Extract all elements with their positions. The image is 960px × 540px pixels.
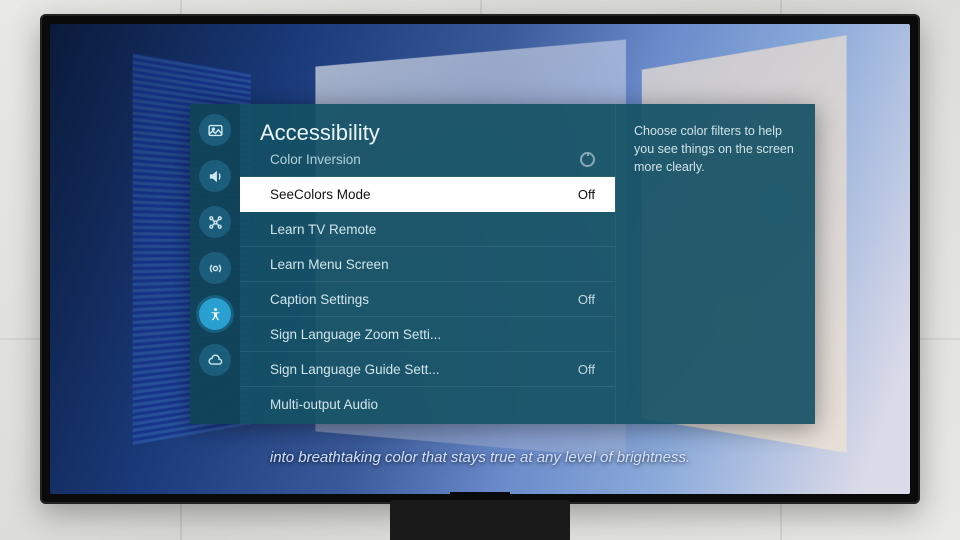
tv-screen: into breathtaking color that stays true … xyxy=(50,24,910,494)
row-label: Learn Menu Screen xyxy=(270,257,583,272)
settings-menu: Accessibility Color Inversion SeeColors … xyxy=(190,104,815,424)
menu-detail-text: Choose color filters to help you see thi… xyxy=(615,104,815,424)
row-learn-tv-remote[interactable]: Learn TV Remote xyxy=(240,212,615,247)
row-sign-language-guide-settings[interactable]: Sign Language Guide Sett... Off xyxy=(240,352,615,387)
picture-icon[interactable] xyxy=(199,114,231,146)
list-body: Color Inversion SeeColors Mode Off Learn… xyxy=(240,152,615,424)
settings-sidebar xyxy=(190,104,240,424)
sound-icon[interactable] xyxy=(199,160,231,192)
row-learn-menu-screen[interactable]: Learn Menu Screen xyxy=(240,247,615,282)
row-label: Sign Language Guide Sett... xyxy=(270,362,566,377)
tv-frame: into breathtaking color that stays true … xyxy=(40,14,920,504)
row-label: Multi-output Audio xyxy=(270,397,583,412)
row-sign-language-zoom-settings[interactable]: Sign Language Zoom Setti... xyxy=(240,317,615,352)
row-label: Learn TV Remote xyxy=(270,222,583,237)
row-seecolors-mode[interactable]: SeeColors Mode Off xyxy=(240,177,615,212)
tv-stand-base xyxy=(390,500,570,540)
toggle-off-icon xyxy=(580,152,595,167)
cloud-icon[interactable] xyxy=(199,344,231,376)
row-multi-output-audio[interactable]: Multi-output Audio xyxy=(240,387,615,422)
row-label: Sign Language Zoom Setti... xyxy=(270,327,583,342)
row-caption-settings[interactable]: Caption Settings Off xyxy=(240,282,615,317)
accessibility-icon[interactable] xyxy=(199,298,231,330)
row-color-inversion[interactable]: Color Inversion xyxy=(240,152,615,177)
settings-list: Accessibility Color Inversion SeeColors … xyxy=(240,104,615,424)
row-value: Off xyxy=(566,292,595,307)
room-background: into breathtaking color that stays true … xyxy=(0,0,960,540)
row-value: Off xyxy=(566,187,595,202)
row-label: Color Inversion xyxy=(270,152,580,167)
network-icon[interactable] xyxy=(199,206,231,238)
row-label: SeeColors Mode xyxy=(270,187,566,202)
broadcast-icon[interactable] xyxy=(199,252,231,284)
menu-title: Accessibility xyxy=(240,114,615,152)
row-label: Caption Settings xyxy=(270,292,566,307)
row-value: Off xyxy=(566,362,595,377)
video-subtitle: into breathtaking color that stays true … xyxy=(50,449,910,466)
